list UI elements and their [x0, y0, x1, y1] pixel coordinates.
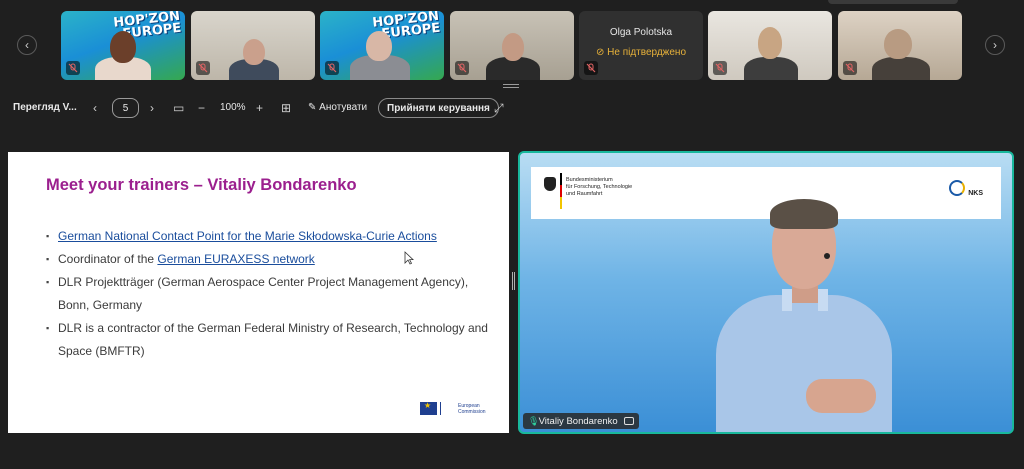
participant-head: [884, 29, 912, 59]
zoom-in-button[interactable]: +: [256, 98, 263, 118]
shared-slide: Meet your trainers – Vitaliy Bondarenko …: [8, 152, 509, 433]
view-label[interactable]: Перегляд V...: [13, 98, 77, 118]
gallery-prev-button[interactable]: ‹: [17, 35, 37, 55]
list-item-text: Coordinator of the: [58, 252, 158, 266]
ec-logo-line2: Commission: [458, 409, 486, 415]
prev-page-button[interactable]: ‹: [93, 98, 97, 118]
ncp-msca-link[interactable]: German National Contact Point for the Ma…: [58, 229, 437, 243]
participant-figure: [744, 57, 798, 80]
participant-status-text: Не підтверджено: [607, 47, 687, 58]
slide-title: Meet your trainers – Vitaliy Bondarenko: [46, 176, 357, 194]
mic-muted-icon: [713, 61, 727, 75]
participant-tile[interactable]: HOP'ZON EUROPE: [320, 11, 444, 80]
present-view-icon[interactable]: ▭: [173, 98, 184, 118]
ministry-line3: und Raumfahrt: [566, 191, 603, 197]
mic-muted-icon: [325, 61, 339, 75]
list-item: DLR Projektträger (German Aerospace Cent…: [46, 271, 496, 317]
ec-logo-text: European Commission: [458, 403, 486, 415]
mic-muted-icon: [455, 61, 469, 75]
speaker-name: Vitaliy Bondarenko: [538, 416, 618, 427]
list-item: DLR is a contractor of the German Federa…: [46, 317, 496, 363]
participant-tile[interactable]: [708, 11, 832, 80]
speaker-name-tag: 🎙 Vitaliy Bondarenko: [523, 413, 640, 429]
presentation-toolbar: Перегляд V... ‹ 5 › ▭ − 100% + ⊞ ✎ Аноту…: [0, 84, 1024, 126]
ministry-line2: für Forschung, Technologie: [566, 184, 633, 190]
participant-tile[interactable]: [838, 11, 962, 80]
nks-swirl-icon: [949, 180, 965, 196]
list-item: German National Contact Point for the Ma…: [46, 225, 496, 248]
nks-logo: NKS: [949, 178, 983, 202]
speaker-figure: [716, 295, 892, 432]
mic-muted-icon: [843, 61, 857, 75]
participant-head: [243, 39, 265, 65]
participant-figure: [872, 57, 930, 80]
mic-muted-icon: [584, 61, 598, 75]
annotate-label: Анотувати: [319, 102, 368, 113]
logo-divider: [440, 402, 454, 415]
participant-tile[interactable]: HOP'ZON EUROPE: [61, 11, 185, 80]
ministry-line1: Bundesministerium: [566, 177, 613, 183]
next-page-button[interactable]: ›: [150, 98, 154, 118]
participant-name: Olga Polotska: [609, 27, 673, 38]
mouse-cursor-icon: [404, 251, 414, 265]
participant-head: [758, 27, 782, 59]
active-speaker-video[interactable]: Bundesministerium für Forschung, Technol…: [518, 151, 1014, 434]
ministry-logo-text: Bundesministerium für Forschung, Technol…: [566, 177, 632, 198]
zoom-out-button[interactable]: −: [198, 98, 205, 118]
pane-splitter-handle[interactable]: [512, 272, 515, 290]
screen-share-icon: [624, 417, 635, 426]
participant-status: ⊘ Не підтверджено: [579, 47, 703, 58]
slide-bullet-list: German National Contact Point for the Ma…: [46, 225, 496, 363]
participant-tile[interactable]: [191, 11, 315, 80]
participant-head: [366, 31, 392, 61]
mic-active-icon: 🎙: [528, 416, 540, 426]
eu-flag-icon: [420, 401, 437, 415]
participant-tile[interactable]: [450, 11, 574, 80]
page-number-input[interactable]: 5: [112, 98, 139, 118]
background-banner: Bundesministerium für Forschung, Technol…: [531, 167, 1001, 219]
speaker-hands: [806, 379, 876, 413]
german-flag-bar: [560, 173, 562, 209]
nks-logo-text: NKS: [968, 190, 983, 197]
grid-view-icon[interactable]: ⊞: [281, 98, 291, 118]
euraxess-link[interactable]: German EURAXESS network: [157, 252, 314, 266]
headset-icon: [824, 253, 830, 259]
annotate-button[interactable]: ✎ Анотувати: [308, 98, 367, 118]
european-commission-logo: EuropeanCommission: [420, 400, 492, 420]
zoom-level: 100%: [220, 102, 246, 113]
participant-tile[interactable]: Olga Polotska ⊘ Не підтверджено: [579, 11, 703, 80]
mic-muted-icon: [66, 61, 80, 75]
participant-head: [502, 33, 524, 61]
participant-gallery: ‹ HOP'ZON EUROPE HOP'ZON EUROPE Olga Pol…: [0, 0, 1024, 90]
participant-head: [110, 31, 136, 63]
fullscreen-icon[interactable]: ⤢: [494, 98, 504, 118]
warning-icon: ⊘: [595, 47, 605, 58]
federal-eagle-icon: [544, 177, 556, 191]
take-control-button[interactable]: Прийняти керування: [378, 98, 499, 118]
list-item: Coordinator of the German EURAXESS netwo…: [46, 248, 496, 271]
speaker-hair: [770, 199, 838, 229]
resize-grip-icon[interactable]: [503, 84, 519, 88]
top-bar-edge: [828, 0, 958, 4]
mic-muted-icon: [196, 61, 210, 75]
gallery-next-button[interactable]: ›: [985, 35, 1005, 55]
pen-icon: ✎: [308, 102, 317, 113]
